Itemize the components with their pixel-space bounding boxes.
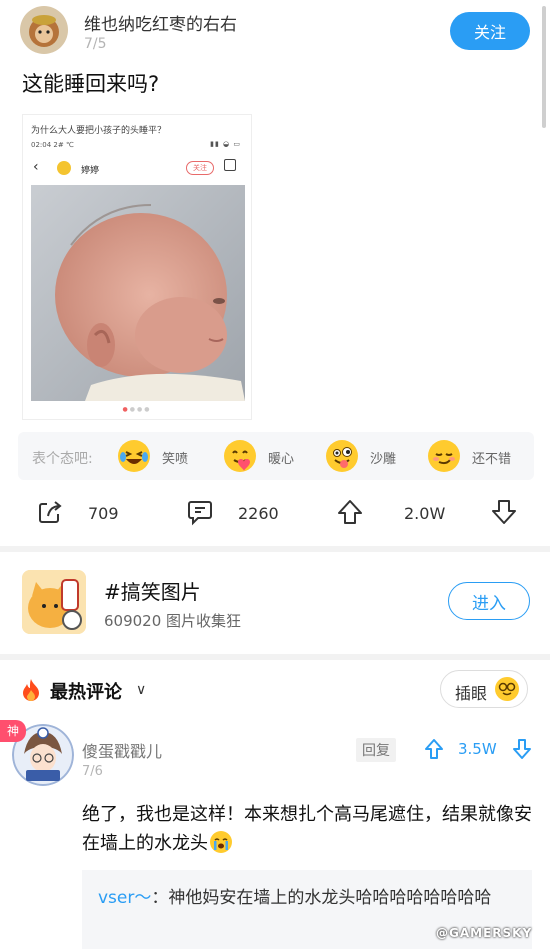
embedded-author: 婷婷 bbox=[81, 166, 100, 176]
hot-comments-label[interactable]: 最热评论 bbox=[50, 678, 122, 704]
comment-body: 绝了，我也是这样！本来想扎个高马尾遮住，结果就像安在墙上的水龙头 bbox=[82, 804, 532, 854]
embedded-avatar-icon bbox=[57, 161, 71, 175]
reaction-smug[interactable]: 还不错 bbox=[428, 440, 528, 472]
reply-button[interactable]: 回复 bbox=[356, 738, 396, 762]
silly-tongue-emoji-icon bbox=[326, 440, 358, 472]
post-image[interactable]: 为什么大人要把小孩子的头睡平？ 02:04 2# ℃ ▮▮ ◒ ▭ ‹ 婷婷 关… bbox=[22, 114, 252, 420]
embedded-question: 为什么大人要把小孩子的头睡平？ bbox=[31, 126, 167, 136]
baby-photo bbox=[31, 185, 245, 401]
reply-text: 神他妈安在墙上的水龙头哈哈哈哈哈哈哈哈 bbox=[168, 888, 492, 908]
section-divider bbox=[0, 546, 550, 552]
reaction-label: 还不错 bbox=[472, 452, 512, 467]
glasses-emoji-icon bbox=[495, 677, 519, 701]
commenter-username[interactable]: 傻蛋戳戳儿 bbox=[82, 738, 162, 762]
heart-hug-emoji-icon bbox=[224, 440, 256, 472]
scrollbar[interactable] bbox=[542, 6, 546, 128]
reply-username[interactable]: vser～ bbox=[98, 888, 151, 908]
fire-icon bbox=[23, 679, 39, 701]
comment-icon bbox=[188, 501, 212, 526]
user-avatar[interactable] bbox=[20, 6, 68, 54]
embedded-back-icon: ‹ bbox=[33, 159, 39, 175]
watermark: @GAMERSKY bbox=[436, 926, 533, 940]
comment-upvote-count: 3.5W bbox=[458, 740, 497, 758]
insert-eye-label: 插眼 bbox=[455, 684, 488, 703]
embedded-share-icon bbox=[224, 159, 236, 171]
comment-upvote-icon[interactable] bbox=[424, 738, 444, 760]
reaction-silly[interactable]: 沙雕 bbox=[326, 440, 406, 472]
reaction-label: 笑喷 bbox=[162, 452, 189, 467]
comment-action[interactable]: 2260 bbox=[186, 496, 296, 530]
reaction-heart[interactable]: 暖心 bbox=[224, 440, 304, 472]
reaction-laugh[interactable]: 笑喷 bbox=[118, 440, 198, 472]
topic-thumbnail[interactable] bbox=[22, 570, 86, 634]
embedded-follow-button: 关注 bbox=[186, 161, 214, 175]
reaction-bar: 表个态吧: 笑喷 暖心 沙雕 还不错 bbox=[18, 432, 534, 480]
upvote-count: 2.0W bbox=[404, 504, 446, 523]
post-header: 维也纳吃红枣的右右 7/5 关注 bbox=[20, 6, 532, 60]
comment-count: 2260 bbox=[238, 504, 279, 523]
reaction-label: 沙雕 bbox=[370, 452, 397, 467]
post-username[interactable]: 维也纳吃红枣的右右 bbox=[84, 10, 237, 35]
image-pager-dots: ●●●● bbox=[122, 406, 152, 413]
share-action[interactable]: 709 bbox=[36, 496, 136, 530]
comment-text: 绝了，我也是这样！本来想扎个高马尾遮住，结果就像安在墙上的水龙头 bbox=[82, 800, 532, 858]
upvote-arrow-icon bbox=[338, 500, 362, 524]
post-title: 这能睡回来吗? bbox=[22, 72, 160, 96]
laugh-tears-emoji-icon bbox=[118, 440, 150, 472]
post-date: 7/5 bbox=[84, 36, 107, 52]
chevron-down-icon[interactable]: ∨ bbox=[136, 682, 146, 698]
topic-title[interactable]: #搞笑图片 bbox=[104, 576, 201, 605]
topic-meta: 609020 图片收集狂 bbox=[104, 612, 242, 630]
enter-topic-button[interactable]: 进入 bbox=[448, 582, 530, 620]
downvote-arrow-icon bbox=[492, 500, 516, 524]
reaction-label: 暖心 bbox=[268, 452, 295, 467]
downvote-action[interactable] bbox=[490, 496, 520, 530]
embedded-status-icons: ▮▮ ◒ ▭ bbox=[210, 140, 241, 148]
comment-downvote-icon[interactable] bbox=[512, 738, 532, 760]
section-divider bbox=[0, 654, 550, 660]
share-count: 709 bbox=[88, 504, 119, 523]
embedded-status-time: 02:04 2# ℃ bbox=[31, 141, 74, 149]
god-comment-badge: 神 bbox=[0, 720, 26, 742]
crying-emoji-icon bbox=[210, 831, 232, 853]
share-icon bbox=[39, 501, 62, 523]
smug-emoji-icon bbox=[428, 440, 460, 472]
insert-eye-button[interactable]: 插眼 bbox=[440, 670, 528, 708]
follow-button[interactable]: 关注 bbox=[450, 12, 530, 50]
comment-date: 7/6 bbox=[82, 764, 103, 779]
reaction-prompt: 表个态吧: bbox=[32, 451, 93, 467]
upvote-action[interactable]: 2.0W bbox=[336, 496, 456, 530]
